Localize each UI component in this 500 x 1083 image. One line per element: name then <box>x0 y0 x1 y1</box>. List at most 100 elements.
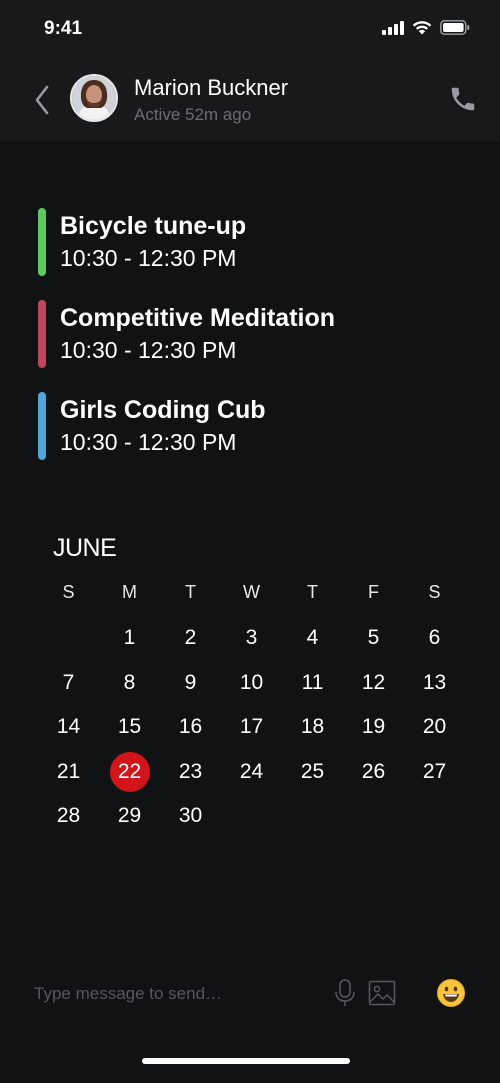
calendar-day[interactable]: 15 <box>99 705 160 750</box>
weekday-label: F <box>368 582 379 602</box>
emoji-icon <box>437 979 465 1007</box>
calendar-month: JUNE <box>53 534 117 562</box>
chat-header: Marion Buckner Active 52m ago <box>0 58 500 142</box>
battery-icon <box>440 20 470 35</box>
calendar-day-label: 20 <box>422 715 447 739</box>
calendar-day[interactable]: 9 <box>160 661 221 706</box>
signal-icon <box>382 20 404 35</box>
calendar-day-label: 28 <box>56 804 81 828</box>
event-item[interactable]: Bicycle tune-up 10:30 - 12:30 PM <box>38 208 478 276</box>
chevron-left-icon <box>35 85 49 115</box>
calendar-day[interactable]: 4 <box>282 616 343 661</box>
calendar-day[interactable]: 16 <box>160 705 221 750</box>
calendar-day[interactable]: 27 <box>404 750 465 795</box>
calendar-day-label: 1 <box>123 626 136 650</box>
event-title: Bicycle tune-up <box>60 212 247 240</box>
calendar-day-selected[interactable]: 22 <box>99 750 160 795</box>
calendar-day[interactable]: 25 <box>282 750 343 795</box>
event-time: 10:30 - 12:30 PM <box>60 245 237 271</box>
calendar-day[interactable]: 28 <box>38 794 99 839</box>
calendar-day[interactable]: 12 <box>343 661 404 706</box>
calendar-day[interactable]: 11 <box>282 661 343 706</box>
weekday-label: T <box>307 582 318 602</box>
weekday-label: W <box>243 582 260 602</box>
calendar-day-label: 16 <box>178 715 203 739</box>
microphone-icon <box>335 979 355 1006</box>
calendar-day[interactable]: 13 <box>404 661 465 706</box>
calendar-day[interactable]: 3 <box>221 616 282 661</box>
calendar-day[interactable]: 1 <box>99 616 160 661</box>
calendar-day[interactable]: 6 <box>404 616 465 661</box>
message-input[interactable] <box>34 980 314 1008</box>
event-color-bar <box>38 300 46 368</box>
calendar-day[interactable]: 26 <box>343 750 404 795</box>
calendar-day[interactable]: 14 <box>38 705 99 750</box>
event-time: 10:30 - 12:30 PM <box>60 337 237 363</box>
image-icon <box>368 980 396 1006</box>
calendar-day[interactable]: 18 <box>282 705 343 750</box>
call-button[interactable] <box>448 84 480 116</box>
event-item[interactable]: Girls Coding Cub 10:30 - 12:30 PM <box>38 392 478 460</box>
calendar-day-label: 15 <box>117 715 142 739</box>
microphone-button[interactable] <box>334 978 356 1008</box>
calendar-day[interactable]: 17 <box>221 705 282 750</box>
weekday-label: S <box>62 582 75 602</box>
calendar-day-label: 29 <box>117 804 142 828</box>
image-button[interactable] <box>368 980 396 1006</box>
event-title: Competitive Meditation <box>60 304 336 332</box>
calendar-day[interactable]: 24 <box>221 750 282 795</box>
avatar[interactable] <box>70 74 118 122</box>
calendar-day-label: 14 <box>56 715 81 739</box>
calendar-day-label: 4 <box>306 626 319 650</box>
calendar-day[interactable]: 7 <box>38 661 99 706</box>
event-color-bar <box>38 392 46 460</box>
contact-name: Marion Buckner <box>134 75 289 100</box>
event-time: 10:30 - 12:30 PM <box>60 429 237 455</box>
calendar-day-label: 26 <box>361 759 386 783</box>
calendar-day-label: 6 <box>428 626 441 650</box>
calendar-blank-cell <box>38 616 99 661</box>
weekday-label: S <box>428 582 441 602</box>
phone-icon <box>451 87 475 111</box>
calendar-day[interactable]: 30 <box>160 794 221 839</box>
calendar-day[interactable]: 10 <box>221 661 282 706</box>
calendar: JUNE S M T W T F S 1 2 3 4 5 6 7 8 9 10 11 12 13 14 15… <box>38 530 464 839</box>
calendar-day-label: 3 <box>245 626 258 650</box>
calendar-day-label: 18 <box>300 715 325 739</box>
status-bar: 9:41 <box>0 0 500 58</box>
event-item[interactable]: Competitive Meditation 10:30 - 12:30 PM <box>38 300 478 368</box>
calendar-day-label: 24 <box>239 759 264 783</box>
calendar-day-label: 17 <box>239 715 264 739</box>
calendar-day[interactable]: 5 <box>343 616 404 661</box>
calendar-day-label: 27 <box>422 759 447 783</box>
calendar-day[interactable]: 29 <box>99 794 160 839</box>
calendar-day[interactable]: 8 <box>99 661 160 706</box>
calendar-day-label: 5 <box>367 626 380 650</box>
calendar-days-grid: 1 2 3 4 5 6 7 8 9 10 11 12 13 14 15 16 17 18 19 20 21 22 23 24 2… <box>38 616 464 839</box>
weekday-label: T <box>185 582 196 602</box>
calendar-day[interactable]: 2 <box>160 616 221 661</box>
status-icons <box>382 20 470 35</box>
calendar-day-label: 22 <box>109 751 150 792</box>
calendar-day[interactable]: 23 <box>160 750 221 795</box>
weekday-label: M <box>122 582 137 602</box>
calendar-day-label: 8 <box>123 670 136 694</box>
calendar-day[interactable]: 21 <box>38 750 99 795</box>
wifi-icon <box>412 21 432 35</box>
contact-status: Active 52m ago <box>134 105 252 124</box>
back-button[interactable] <box>28 82 56 118</box>
calendar-day-label: 30 <box>178 804 203 828</box>
home-indicator[interactable] <box>142 1058 350 1064</box>
calendar-day-label: 13 <box>422 670 447 694</box>
calendar-day-label: 7 <box>62 670 75 694</box>
calendar-day-label: 21 <box>56 759 81 783</box>
emoji-button[interactable] <box>436 978 466 1008</box>
calendar-day[interactable]: 20 <box>404 705 465 750</box>
calendar-day[interactable]: 19 <box>343 705 404 750</box>
avatar-photo-icon <box>72 76 116 120</box>
calendar-day-label: 23 <box>178 759 203 783</box>
calendar-day-label: 10 <box>239 670 264 694</box>
calendar-day-label: 11 <box>301 670 324 694</box>
calendar-day-label: 19 <box>361 715 386 739</box>
message-composer <box>0 970 500 1018</box>
